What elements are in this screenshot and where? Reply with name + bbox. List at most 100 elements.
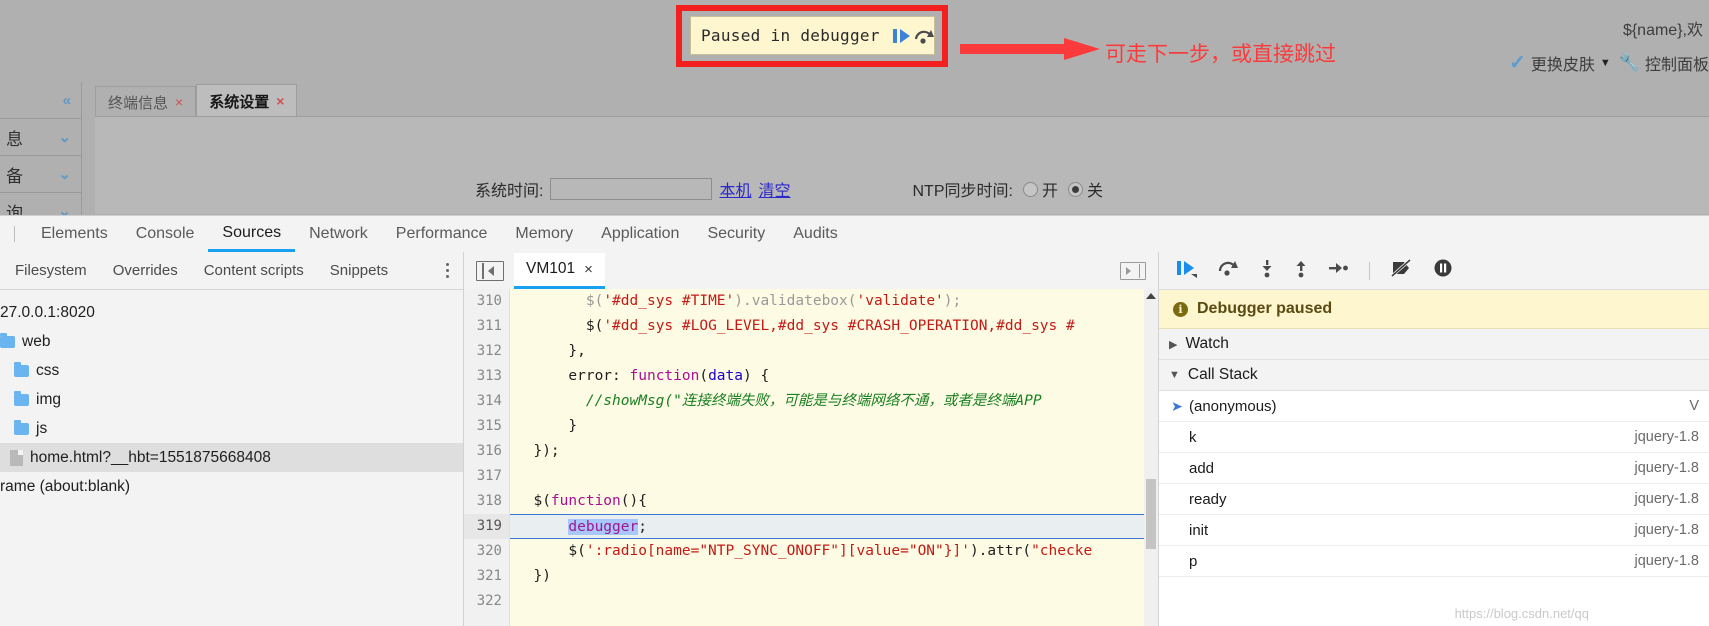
accordion-collapse-row[interactable]: « xyxy=(0,82,81,119)
folder-icon xyxy=(14,361,29,377)
frame-source: jquery-1.8 xyxy=(1634,553,1699,569)
resume-script-execution-icon[interactable] xyxy=(1175,258,1199,283)
editor-scrollbar[interactable] xyxy=(1144,289,1158,626)
resume-icon[interactable] xyxy=(890,17,912,54)
ntp-radio-off[interactable]: 关 xyxy=(1067,177,1103,201)
wrench-icon: 🔧 xyxy=(1618,52,1640,72)
tree-row-folder-img[interactable]: img xyxy=(0,385,463,414)
frame-name: p xyxy=(1189,552,1198,570)
folder-icon xyxy=(14,419,29,435)
nav-tab-overrides[interactable]: Overrides xyxy=(100,253,191,289)
line-number: 316 xyxy=(476,443,502,459)
call-stack-row[interactable]: ready jquery-1.8 xyxy=(1159,484,1709,515)
system-time-row: 系统时间: 本机 清空 NTP同步时间: 开 关 xyxy=(475,177,1103,201)
accordion-row-info[interactable]: 息 ⌄ xyxy=(0,119,81,156)
call-stack-row[interactable]: add jquery-1.8 xyxy=(1159,453,1709,484)
code-line-current: debugger; xyxy=(510,514,1158,539)
close-icon[interactable]: × xyxy=(584,261,593,278)
tree-row-folder-css[interactable]: css xyxy=(0,356,463,385)
tab-terminal-info[interactable]: 终端信息 × xyxy=(95,86,197,117)
tab-security[interactable]: Security xyxy=(693,217,779,252)
chevron-down-icon: ▼ xyxy=(1169,369,1180,381)
tree-row-file-home-html[interactable]: home.html?__hbt=1551875668408 xyxy=(0,443,463,472)
ntp-radio-on[interactable]: 开 xyxy=(1022,177,1058,201)
tree-row-frame-about-blank[interactable]: rame (about:blank) xyxy=(0,472,463,501)
close-icon[interactable]: × xyxy=(175,94,183,110)
paused-in-debugger-bar: Paused in debugger xyxy=(690,16,935,55)
chevron-down-icon[interactable]: ▼ xyxy=(1600,57,1611,69)
control-panel-label: 控制面板 xyxy=(1644,56,1709,74)
close-icon[interactable]: × xyxy=(276,93,284,109)
change-skin-button[interactable]: ✓ 更换皮肤 ▼ xyxy=(1509,50,1611,75)
scrollbar-thumb[interactable] xyxy=(1146,479,1156,549)
call-stack-row[interactable]: init jquery-1.8 xyxy=(1159,515,1709,546)
frame-source: V xyxy=(1689,398,1699,414)
step-out-glyph xyxy=(1296,261,1306,278)
divider xyxy=(14,226,15,242)
accordion-label-2: 备 xyxy=(6,166,23,186)
section-label: Call Stack xyxy=(1187,366,1258,383)
tree-row-folder-js[interactable]: js xyxy=(0,414,463,443)
link-local-time[interactable]: 本机 xyxy=(719,177,751,201)
tab-sources[interactable]: Sources xyxy=(208,217,296,252)
tab-system-settings[interactable]: 系统设置 × xyxy=(196,84,298,117)
debugger-sidebar: i Debugger paused ▶ Watch ▼ Call Stack ➤… xyxy=(1159,252,1709,626)
step-into-glyph xyxy=(1262,260,1272,278)
user-greeting: ${name},欢 xyxy=(1622,22,1703,39)
section-watch[interactable]: ▶ Watch xyxy=(1159,329,1709,360)
nav-tab-filesystem[interactable]: Filesystem xyxy=(2,253,100,289)
show-navigator-icon[interactable] xyxy=(476,260,504,281)
line-number: 321 xyxy=(476,568,502,584)
radio-icon[interactable] xyxy=(1022,181,1038,197)
tab-audits[interactable]: Audits xyxy=(779,217,851,252)
nav-tab-snippets[interactable]: Snippets xyxy=(317,253,401,289)
section-call-stack[interactable]: ▼ Call Stack xyxy=(1159,360,1709,391)
kebab-menu-icon[interactable] xyxy=(446,263,449,278)
tree-label: home.html?__hbt=1551875668408 xyxy=(30,448,271,466)
step-over-icon[interactable] xyxy=(912,17,936,54)
devtools-window: Elements Console Sources Network Perform… xyxy=(0,215,1709,626)
tab-network[interactable]: Network xyxy=(295,217,382,252)
tab-memory[interactable]: Memory xyxy=(501,217,587,252)
radio-selected-icon[interactable] xyxy=(1067,181,1083,197)
tree-row-folder-web[interactable]: web xyxy=(0,327,463,356)
section-label: Watch xyxy=(1185,335,1229,352)
folder-icon xyxy=(14,390,29,406)
nav-tab-content-scripts[interactable]: Content scripts xyxy=(191,253,317,289)
tab-label: 系统设置 xyxy=(209,93,270,111)
file-tree: 27.0.0.1:8020 web css img js home.html?_… xyxy=(0,290,463,501)
code-line: }) xyxy=(516,568,551,584)
debugger-toolbar xyxy=(1159,252,1709,290)
tab-elements[interactable]: Elements xyxy=(27,217,122,252)
navigator-tab-bar: Filesystem Overrides Content scripts Sni… xyxy=(0,252,463,290)
link-clear-time[interactable]: 清空 xyxy=(758,177,790,201)
chevron-double-left-icon[interactable]: « xyxy=(63,92,71,109)
source-tab-vm101[interactable]: VM101 × xyxy=(514,252,605,289)
pause-on-exceptions-icon[interactable] xyxy=(1432,258,1454,283)
call-stack-row[interactable]: k jquery-1.8 xyxy=(1159,422,1709,453)
code-editor[interactable]: 310 311 312 313 314 315 316 317 318 319 … xyxy=(464,289,1158,626)
chevron-double-down-icon[interactable]: ⌄ xyxy=(58,165,71,183)
tab-performance[interactable]: Performance xyxy=(382,217,502,252)
call-stack-row[interactable]: ➤ (anonymous) V xyxy=(1159,391,1709,422)
debugger-paused-text: Debugger paused xyxy=(1197,300,1333,317)
tree-row-origin[interactable]: 27.0.0.1:8020 xyxy=(0,298,463,327)
tab-console[interactable]: Console xyxy=(122,217,209,252)
deactivate-breakpoints-icon[interactable] xyxy=(1390,258,1414,283)
call-stack-row[interactable]: p jquery-1.8 xyxy=(1159,546,1709,577)
control-panel-button[interactable]: 🔧 控制面板 xyxy=(1619,51,1709,75)
step-out-of-current-function-icon[interactable] xyxy=(1293,258,1309,283)
accordion-row-device[interactable]: 备 ⌄ xyxy=(0,156,81,193)
code-line: $('#dd_sys #TIME').validatebox('validate… xyxy=(516,293,962,309)
line-number-gutter: 310 311 312 313 314 315 316 317 318 319 … xyxy=(464,289,510,626)
system-time-input[interactable] xyxy=(550,178,713,200)
show-debugger-icon[interactable] xyxy=(1120,261,1146,280)
scroll-up-icon[interactable] xyxy=(1146,293,1156,299)
step-over-next-function-call-icon[interactable] xyxy=(1217,258,1241,283)
step-into-next-function-call-icon[interactable] xyxy=(1259,258,1275,283)
step-icon[interactable] xyxy=(1327,258,1349,283)
chevron-double-down-icon[interactable]: ⌄ xyxy=(58,128,71,146)
step-glyph xyxy=(1329,263,1348,273)
tab-application[interactable]: Application xyxy=(587,217,693,252)
line-number: 318 xyxy=(476,493,502,509)
